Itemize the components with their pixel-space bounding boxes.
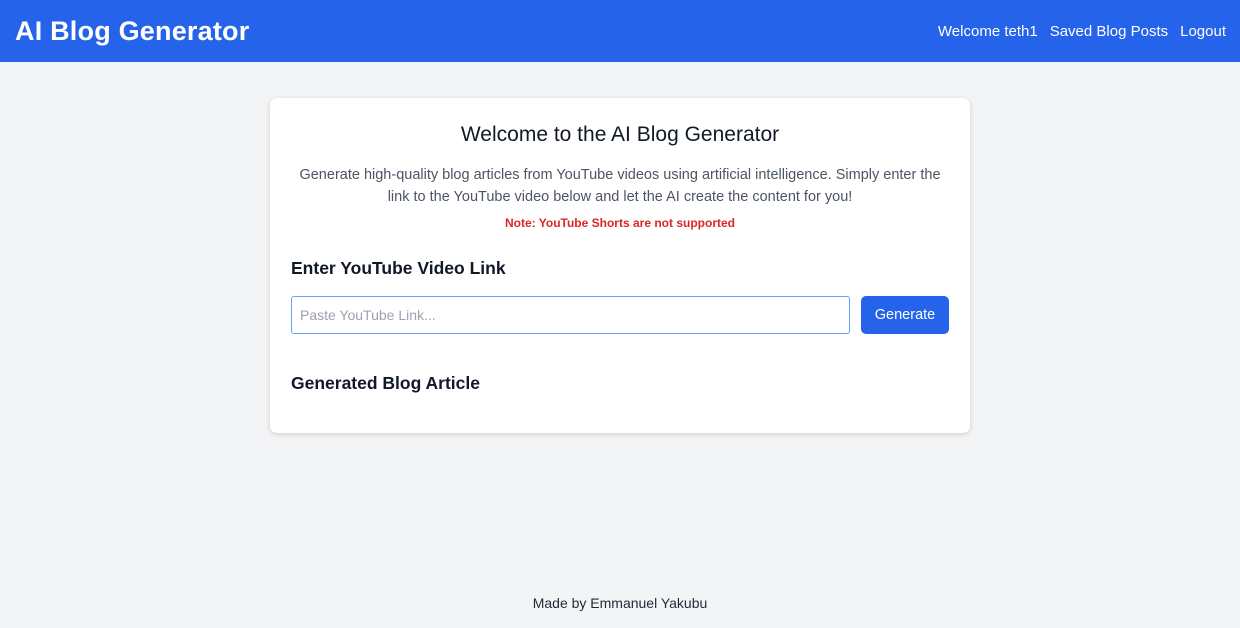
- saved-blog-posts-link[interactable]: Saved Blog Posts: [1050, 23, 1168, 40]
- generate-button[interactable]: Generate: [861, 296, 949, 334]
- shorts-note: Note: YouTube Shorts are not supported: [504, 216, 735, 230]
- footer-credit: Made by Emmanuel Yakubu: [532, 595, 708, 611]
- generator-card: Welcome to the AI Blog Generator Generat…: [270, 98, 970, 433]
- brand-title[interactable]: AI Blog Generator: [15, 16, 249, 47]
- page-title: Welcome to the AI Blog Generator: [460, 123, 780, 146]
- nav-links: Welcome teth1 Saved Blog Posts Logout: [938, 23, 1226, 40]
- logout-link[interactable]: Logout: [1180, 23, 1226, 40]
- youtube-link-input[interactable]: [291, 296, 850, 334]
- article-section-heading: Generated Blog Article: [291, 373, 480, 393]
- welcome-link[interactable]: Welcome teth1: [938, 23, 1038, 40]
- page-description: Generate high-quality blog articles from…: [299, 167, 941, 205]
- navbar: AI Blog Generator Welcome teth1 Saved Bl…: [0, 0, 1240, 62]
- link-section-heading: Enter YouTube Video Link: [291, 258, 506, 278]
